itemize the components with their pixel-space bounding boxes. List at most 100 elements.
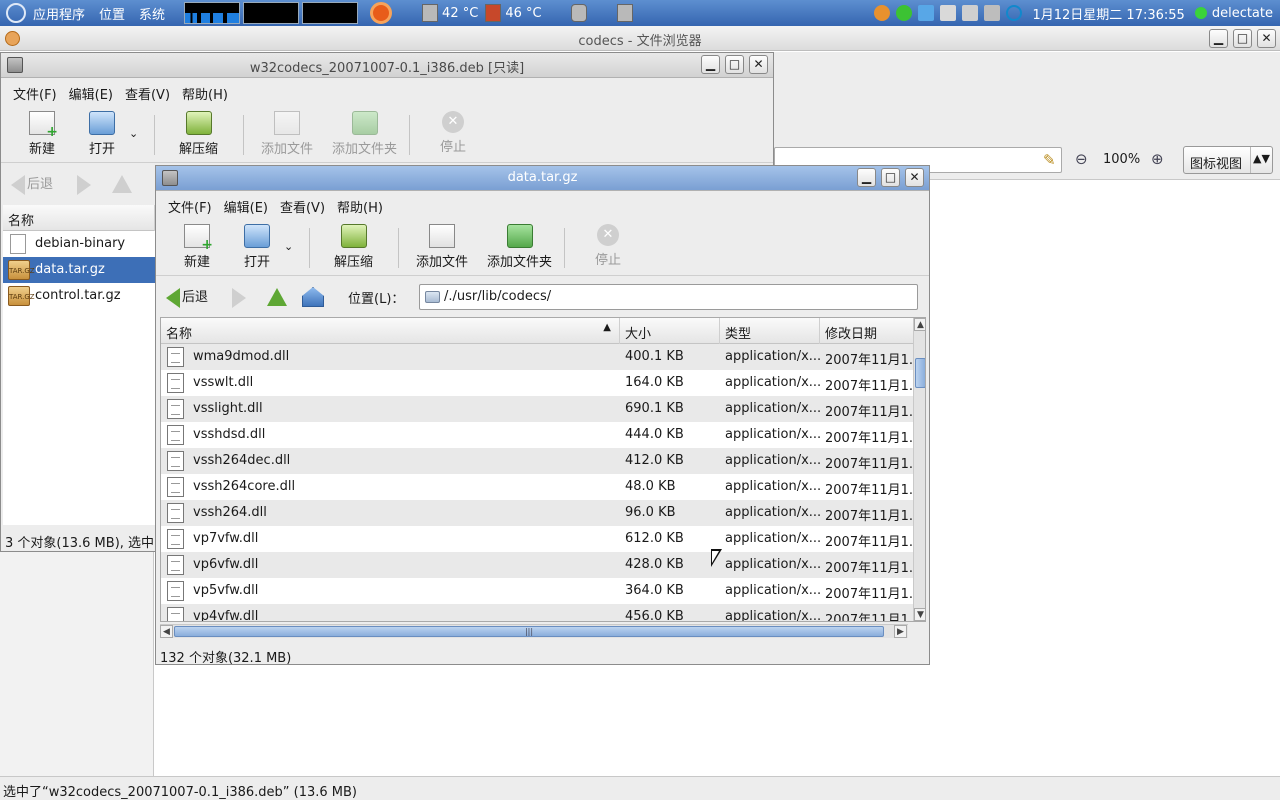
nautilus-close-button[interactable]: ✕ [1257,29,1276,48]
removable-drive-icon[interactable] [616,4,633,22]
clock[interactable]: 1月12日星期二 17:36:55 [1025,4,1191,23]
view-mode-arrow-icon: ▲▼ [1250,147,1272,173]
folder-icon [425,291,440,303]
deb-open-button[interactable]: 打开 [89,111,115,157]
data-back-button[interactable]: 后退 [166,286,208,308]
data-add-file-button[interactable]: 添加文件 [416,224,468,270]
data-home-icon[interactable] [302,287,324,307]
deb-forward-icon[interactable] [77,175,91,195]
memory-monitor-graph[interactable] [243,2,300,24]
deb-list-header: 名称 [3,205,155,231]
deb-stop-button[interactable]: ✕ 停止 [440,111,466,155]
tar-gz-icon: TAR.GZ [8,286,35,306]
data-window-titlebar[interactable]: data.tar.gz ▁ □ ✕ [156,166,929,191]
table-row[interactable]: vssh264core.dll 48.0 KB application/x... 20… [161,474,913,500]
data-menu-view[interactable]: 查看(V) [274,193,331,217]
deb-add-folder-button[interactable]: 添加文件夹 [332,111,397,157]
data-maximize-button[interactable]: □ [881,168,900,187]
table-row[interactable]: vp5vfw.dll 364.0 KB application/x... 2007年1… [161,578,913,604]
table-row[interactable]: vssh264dec.dll 412.0 KB application/x... 20… [161,448,913,474]
nautilus-maximize-button[interactable]: □ [1233,29,1252,48]
table-row[interactable]: vsswlt.dll 164.0 KB application/x... 2007年1… [161,370,913,396]
nautilus-titlebar[interactable]: codecs - 文件浏览器 ▁ □ ✕ [0,26,1280,51]
menu-applications[interactable]: 应用程序 [26,4,92,23]
menu-system[interactable]: 系统 [132,4,172,23]
deb-window-titlebar[interactable]: w32codecs_20071007-0.1_i386.deb [只读] ▁ □… [1,53,773,78]
table-row[interactable]: vssh264.dll 96.0 KB application/x... 2007年1… [161,500,913,526]
deb-column-name[interactable]: 名称 [3,205,155,231]
list-item-selected[interactable]: TAR.GZ data.tar.gz [3,257,155,283]
ubuntu-logo-icon[interactable] [370,2,393,24]
deb-extract-button[interactable]: 解压缩 [179,111,218,157]
network-monitor-graph[interactable] [302,2,359,24]
data-open-button[interactable]: 打开 [244,224,270,270]
column-type[interactable]: 类型 [720,318,820,344]
network-icon[interactable] [962,5,979,21]
menu-places[interactable]: 位置 [92,4,132,23]
data-new-button[interactable]: 新建 [184,224,213,270]
deb-menu-edit[interactable]: 编辑(E) [63,80,119,104]
disk-mount-icon[interactable] [570,4,587,22]
list-item[interactable]: debian-binary [3,231,155,257]
zoom-in-icon[interactable]: ⊕ [1151,150,1164,168]
open-archive-icon [244,224,270,248]
data-menu-help[interactable]: 帮助(H) [331,193,389,217]
horizontal-scroll-thumb[interactable]: ||| [174,626,884,637]
deb-menu-file[interactable]: 文件(F) [7,80,63,104]
cell-name: vssh264dec.dll [193,453,291,468]
table-row[interactable]: vsslight.dll 690.1 KB application/x... 2007… [161,396,913,422]
cpu-monitor-graph[interactable] [184,2,241,24]
list-item[interactable]: TAR.GZ control.tar.gz [3,283,155,309]
vertical-scroll-thumb[interactable] [915,358,925,388]
status-green-icon[interactable] [896,5,913,21]
data-close-button[interactable]: ✕ [905,168,924,187]
data-menu-edit[interactable]: 编辑(E) [218,193,274,217]
data-stop-button[interactable]: ✕ 停止 [595,224,621,268]
cell-name: vsshdsd.dll [193,427,266,442]
deb-add-file-button[interactable]: 添加文件 [261,111,313,157]
deb-open-dropdown-icon[interactable]: ⌄ [129,127,138,140]
column-modified[interactable]: 修改日期 [820,318,913,344]
deb-maximize-button[interactable]: □ [725,55,744,74]
nautilus-minimize-button[interactable]: ▁ [1209,29,1228,48]
data-up-icon[interactable] [267,288,287,306]
dll-file-icon [167,399,184,419]
username[interactable]: delectate [1210,6,1280,21]
dropbox-icon[interactable] [918,5,935,21]
deb-minimize-button[interactable]: ▁ [701,55,720,74]
scroll-up-icon[interactable]: ▲ [914,318,925,331]
location-input[interactable]: /./usr/lib/codecs/ [419,284,918,310]
table-row[interactable]: vp7vfw.dll 612.0 KB application/x... 2007年1… [161,526,913,552]
column-size[interactable]: 大小 [620,318,720,344]
scroll-down-icon[interactable]: ▼ [914,608,925,621]
location-label: 位置(L)： [348,292,405,307]
data-extract-button[interactable]: 解压缩 [334,224,373,270]
deb-up-icon[interactable] [112,175,132,193]
scroll-left-icon[interactable]: ◀ [160,625,173,638]
deb-menu-help[interactable]: 帮助(H) [176,80,234,104]
data-minimize-button[interactable]: ▁ [857,168,876,187]
data-horizontal-scrollbar[interactable]: ◀ ||| ▶ [160,624,908,638]
deb-new-button[interactable]: 新建 [29,111,58,157]
data-menu-file[interactable]: 文件(F) [162,193,218,217]
data-vertical-scrollbar[interactable]: ▲ ▼ [913,318,925,621]
data-open-dropdown-icon[interactable]: ⌄ [284,240,293,253]
data-forward-icon[interactable] [232,288,246,308]
view-mode-select[interactable]: 图标视图 ▲▼ [1183,146,1273,174]
snail-app-icon[interactable] [874,5,891,21]
column-name[interactable]: 名称 ▲ [161,318,620,344]
scroll-right-icon[interactable]: ▶ [894,625,907,638]
data-add-folder-button[interactable]: 添加文件夹 [487,224,552,270]
connection-icon[interactable] [1006,5,1023,21]
volume-icon[interactable] [940,5,957,21]
deb-menu-view[interactable]: 查看(V) [119,80,176,104]
table-row[interactable]: vp6vfw.dll 428.0 KB application/x... 2007年1… [161,552,913,578]
table-row[interactable]: vp4vfw.dll 456.0 KB application/x... 2007年1… [161,604,913,621]
deb-back-button[interactable]: 后退 [11,173,53,195]
table-row[interactable]: wma9dmod.dll 400.1 KB application/x... 2007… [161,344,913,370]
deb-close-button[interactable]: ✕ [749,55,768,74]
zoom-out-icon[interactable]: ⊖ [1075,150,1088,168]
keyboard-icon[interactable] [984,5,1001,21]
clear-location-icon[interactable]: ✎ [1043,151,1056,169]
table-row[interactable]: vsshdsd.dll 444.0 KB application/x... 2007年… [161,422,913,448]
